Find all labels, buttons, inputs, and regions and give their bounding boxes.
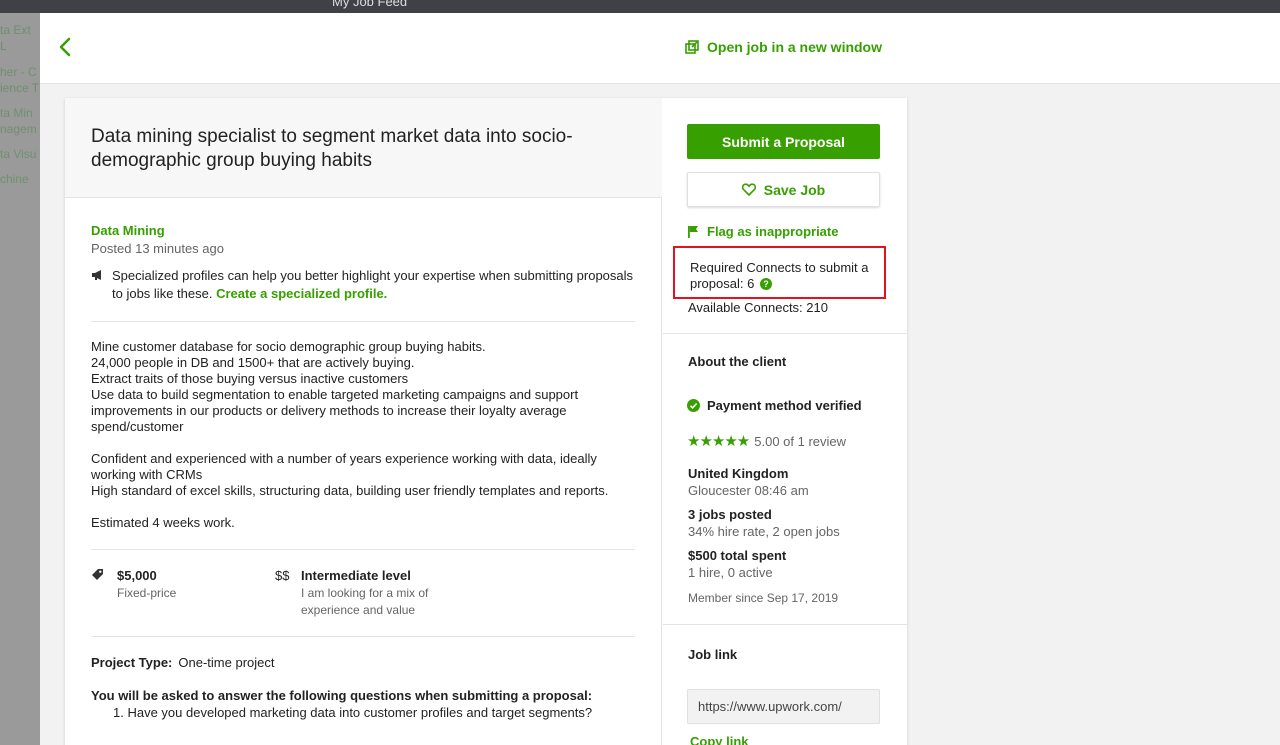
- client-spend: $500 total spent 1 hire, 0 active: [688, 548, 786, 580]
- total-spent: $500 total spent: [688, 548, 787, 563]
- job-main-column: Data mining specialist to segment market…: [65, 98, 662, 745]
- specialized-profile-notice: Specialized profiles can help you better…: [91, 267, 635, 303]
- divider: [663, 624, 907, 625]
- flag-inappropriate-link[interactable]: Flag as inappropriate: [687, 224, 838, 239]
- job-title-area: Data mining specialist to segment market…: [65, 98, 662, 198]
- star-rating-icon: ★★★★★: [687, 433, 750, 450]
- hire-rate: 34% hire rate, 2 open jobs: [688, 524, 840, 539]
- payment-verified-label: Payment method verified: [707, 398, 862, 413]
- top-bar-title: My Job Feed: [332, 0, 408, 9]
- questions-title: You will be asked to answer the followin…: [91, 688, 593, 703]
- open-window-label: Open job in a new window: [707, 39, 882, 55]
- external-window-icon: [685, 40, 699, 54]
- submit-proposal-button[interactable]: Submit a Proposal: [687, 124, 880, 159]
- job-title: Data mining specialist to segment market…: [91, 126, 573, 171]
- experience-level-desc: I am looking for a mix of experience and…: [301, 586, 429, 617]
- description-line: Confident and experienced with a number …: [91, 451, 597, 482]
- description-line: Use data to build segmentation to enable…: [91, 387, 579, 434]
- flag-label: Flag as inappropriate: [707, 224, 839, 239]
- megaphone-icon: [92, 270, 101, 280]
- budget-amount: $5,000: [117, 568, 157, 583]
- tag-icon: [91, 568, 113, 602]
- required-connects: Required Connects to submit a proposal: …: [690, 260, 875, 292]
- divider: [91, 321, 635, 322]
- bg-item: ience T: [0, 81, 40, 95]
- heart-icon: [741, 183, 756, 196]
- job-sidebar: Submit a Proposal Save Job Flag as inapp…: [663, 98, 907, 745]
- rating-text: 5.00 of 1 review: [754, 433, 847, 449]
- budget-item: $5,000 Fixed-price: [91, 568, 176, 602]
- experience-level-title: Intermediate level: [301, 568, 411, 583]
- job-card: Data mining specialist to segment market…: [65, 98, 907, 745]
- specialized-profile-text: Specialized profiles can help you better…: [112, 267, 635, 303]
- budget-section: $5,000 Fixed-price $$ Intermediate level…: [91, 550, 635, 620]
- available-connects: Available Connects: 210: [688, 300, 828, 315]
- job-link-input[interactable]: [687, 689, 880, 724]
- chevron-left-icon: [59, 37, 71, 57]
- divider: [663, 333, 907, 334]
- description-line: 24,000 people in DB and 1500+ that are a…: [91, 355, 415, 370]
- description-line: Extract traits of those buying versus in…: [91, 371, 409, 386]
- divider: [91, 636, 635, 637]
- client-jobs: 3 jobs posted 34% hire rate, 2 open jobs: [688, 507, 840, 539]
- open-job-new-window-link[interactable]: Open job in a new window: [685, 39, 882, 55]
- experience-level-item: $$ Intermediate level I am looking for a…: [275, 568, 461, 619]
- bg-item: ta Ext: [0, 23, 31, 37]
- flag-icon: [688, 225, 698, 238]
- save-job-label: Save Job: [763, 181, 826, 198]
- connects-highlight-box: Required Connects to submit a proposal: …: [673, 246, 886, 299]
- bg-item: ta Visu: [0, 147, 37, 161]
- back-button[interactable]: [58, 37, 78, 61]
- client-local-time: Gloucester 08:46 am: [688, 483, 809, 498]
- project-type: Project Type: One-time project: [91, 655, 635, 670]
- bg-item: nagem: [0, 122, 37, 136]
- dollar-level-icon: $$: [275, 568, 290, 583]
- job-category-link[interactable]: Data Mining: [91, 223, 635, 238]
- create-specialized-profile-link[interactable]: Create a specialized profile.: [216, 286, 387, 301]
- copy-link-button[interactable]: Copy link: [690, 734, 749, 745]
- bg-item: chine: [0, 172, 29, 186]
- bg-item: L: [0, 39, 7, 53]
- bg-item: her - C: [0, 65, 37, 79]
- job-link-title: Job link: [688, 647, 738, 662]
- jobs-posted: 3 jobs posted: [688, 507, 772, 522]
- drawer-header: Open job in a new window: [40, 13, 1280, 84]
- member-since: Member since Sep 17, 2019: [688, 591, 839, 605]
- top-bar: My Job Feed: [0, 0, 1280, 13]
- about-client-title: About the client: [688, 354, 787, 369]
- required-connects-text: Required Connects to submit a proposal: …: [690, 260, 869, 291]
- bg-item: ta Min: [0, 106, 33, 120]
- project-type-value: One-time project: [178, 655, 275, 670]
- budget-type: Fixed-price: [117, 586, 177, 600]
- client-country: United Kingdom: [688, 466, 789, 481]
- save-job-button[interactable]: Save Job: [687, 172, 880, 207]
- question-item: 1. Have you developed marketing data int…: [113, 705, 593, 720]
- background-job-list: ta Ext L her - C ience T ta Min nagem ta…: [0, 13, 40, 745]
- description-line: Estimated 4 weeks work.: [91, 515, 235, 530]
- job-details-drawer: Open job in a new window Data mining spe…: [40, 13, 1280, 745]
- client-location: United Kingdom Gloucester 08:46 am: [688, 466, 809, 498]
- description-line: Mine customer database for socio demogra…: [91, 339, 486, 354]
- client-rating: ★★★★★ 5.00 of 1 review: [687, 432, 846, 450]
- hires: 1 hire, 0 active: [688, 565, 773, 580]
- check-circle-icon: [687, 399, 700, 412]
- posted-time: Posted 13 minutes ago: [91, 241, 224, 256]
- job-body: Data Mining Posted 13 minutes ago Specia…: [91, 223, 635, 720]
- job-description: Mine customer database for socio demogra…: [91, 339, 635, 531]
- project-type-label: Project Type:: [91, 655, 173, 670]
- payment-verified: Payment method verified: [687, 398, 862, 413]
- help-icon[interactable]: ?: [759, 278, 772, 290]
- description-line: High standard of excel skills, structuri…: [91, 483, 609, 498]
